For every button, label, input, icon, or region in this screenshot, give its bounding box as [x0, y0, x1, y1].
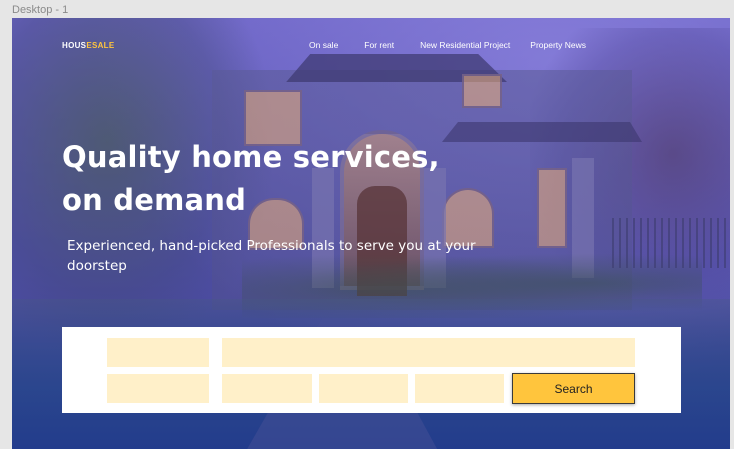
logo-text-accent: ESALE — [86, 41, 115, 50]
search-field-price[interactable] — [222, 374, 312, 403]
nav-link-on-sale[interactable]: On sale — [309, 40, 338, 50]
search-panel: Search — [62, 327, 681, 413]
search-button[interactable]: Search — [512, 373, 635, 404]
nav-link-new-residential-project[interactable]: New Residential Project — [420, 40, 510, 50]
artboard-label: Desktop - 1 — [12, 4, 69, 16]
nav-link-for-rent[interactable]: For rent — [364, 40, 394, 50]
nav-links: On sale For rent New Residential Project… — [309, 40, 586, 50]
hero-subtitle: Experienced, hand-picked Professionals t… — [67, 238, 476, 274]
brand-logo[interactable]: HOUSESALE — [62, 41, 115, 50]
hero-title: Quality home services, on demand — [62, 140, 440, 217]
top-navigation: HOUSESALE On sale For rent New Residenti… — [12, 18, 730, 74]
search-field-bedrooms[interactable] — [319, 374, 408, 403]
nav-link-property-news[interactable]: Property News — [530, 40, 586, 50]
hero-section: HOUSESALE On sale For rent New Residenti… — [12, 18, 730, 449]
search-field-location[interactable] — [107, 338, 209, 367]
search-field-area[interactable] — [415, 374, 504, 403]
search-field-keyword[interactable] — [222, 338, 635, 367]
search-field-type[interactable] — [107, 374, 209, 403]
logo-text-primary: HOUS — [62, 41, 87, 50]
